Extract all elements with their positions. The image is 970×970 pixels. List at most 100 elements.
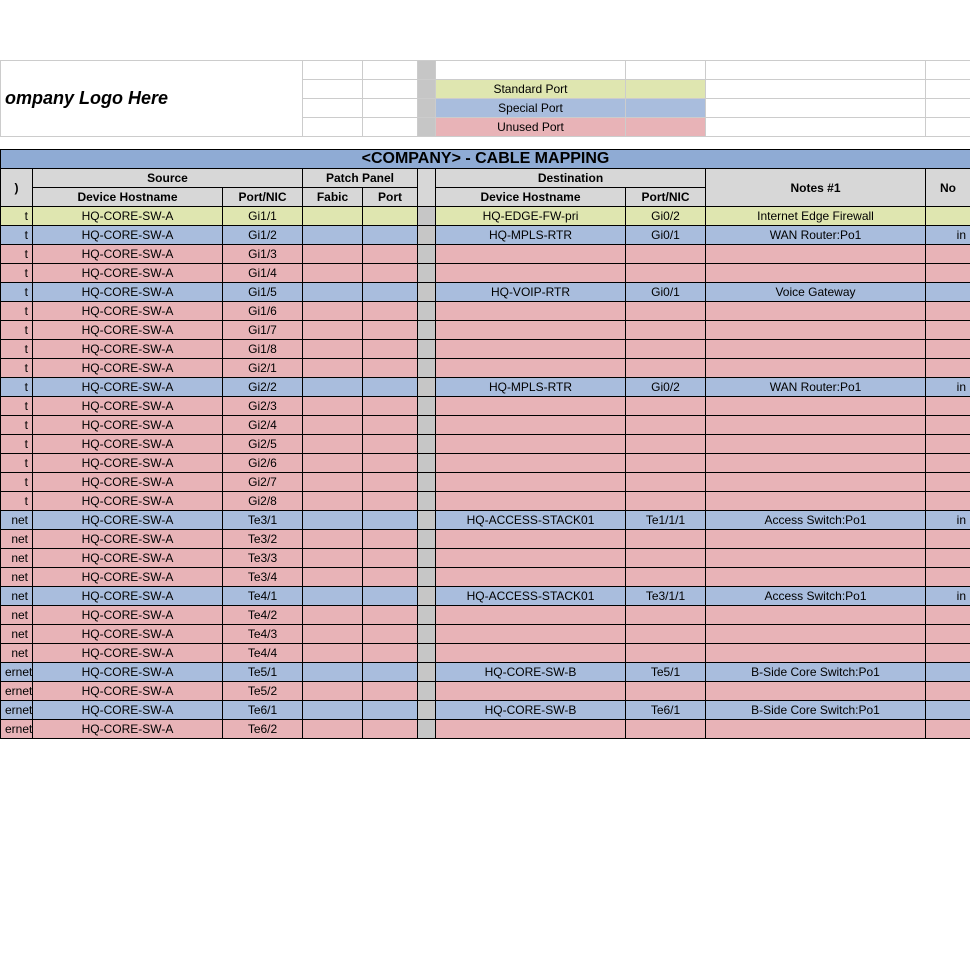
cell[interactable] xyxy=(363,644,418,663)
table-row[interactable]: ernetHQ-CORE-SW-ATe5/1HQ-CORE-SW-BTe5/1B… xyxy=(1,663,970,682)
spreadsheet-table[interactable]: ompany Logo Here Standard Port Special P… xyxy=(0,60,970,739)
cell[interactable] xyxy=(626,644,706,663)
cell[interactable] xyxy=(706,549,926,568)
cell[interactable] xyxy=(363,416,418,435)
table-row[interactable]: tHQ-CORE-SW-AGi2/3 xyxy=(1,397,970,416)
cell[interactable] xyxy=(363,530,418,549)
table-row[interactable]: tHQ-CORE-SW-AGi2/2HQ-MPLS-RTRGi0/2WAN Ro… xyxy=(1,378,970,397)
cell[interactable]: HQ-CORE-SW-A xyxy=(33,549,223,568)
cell[interactable]: HQ-CORE-SW-A xyxy=(33,416,223,435)
cell[interactable]: Te4/1 xyxy=(223,587,303,606)
cell[interactable] xyxy=(363,549,418,568)
cell[interactable] xyxy=(626,321,706,340)
cell[interactable]: t xyxy=(1,473,33,492)
table-row[interactable]: tHQ-CORE-SW-AGi1/2HQ-MPLS-RTRGi0/1WAN Ro… xyxy=(1,226,970,245)
cell[interactable] xyxy=(303,378,363,397)
cell[interactable]: HQ-CORE-SW-A xyxy=(33,720,223,739)
cell[interactable]: Gi2/3 xyxy=(223,397,303,416)
cell[interactable] xyxy=(436,321,626,340)
cell[interactable]: Gi0/1 xyxy=(626,283,706,302)
cell[interactable]: HQ-CORE-SW-A xyxy=(33,682,223,701)
cell[interactable]: HQ-CORE-SW-A xyxy=(33,492,223,511)
cell[interactable]: HQ-CORE-SW-A xyxy=(33,207,223,226)
cell[interactable]: net xyxy=(1,587,33,606)
cell[interactable] xyxy=(303,245,363,264)
cell[interactable]: HQ-EDGE-FW-pri xyxy=(436,207,626,226)
cell[interactable]: t xyxy=(1,454,33,473)
cell[interactable]: HQ-CORE-SW-A xyxy=(33,568,223,587)
cell[interactable]: t xyxy=(1,435,33,454)
cell[interactable]: ernet xyxy=(1,720,33,739)
cell[interactable] xyxy=(706,682,926,701)
cell[interactable] xyxy=(436,492,626,511)
cell[interactable] xyxy=(436,644,626,663)
cell[interactable]: t xyxy=(1,226,33,245)
cell[interactable]: HQ-CORE-SW-A xyxy=(33,397,223,416)
cell[interactable]: Te5/2 xyxy=(223,682,303,701)
cell[interactable] xyxy=(363,473,418,492)
cell[interactable]: HQ-CORE-SW-A xyxy=(33,530,223,549)
cell[interactable] xyxy=(303,340,363,359)
cell[interactable]: Access Switch:Po1 xyxy=(706,511,926,530)
cell[interactable]: Gi2/5 xyxy=(223,435,303,454)
cell[interactable] xyxy=(303,511,363,530)
cell[interactable]: Te4/4 xyxy=(223,644,303,663)
cell[interactable]: HQ-CORE-SW-A xyxy=(33,473,223,492)
cell[interactable]: Te3/1/1 xyxy=(626,587,706,606)
cell[interactable] xyxy=(363,568,418,587)
cell[interactable] xyxy=(436,720,626,739)
cell[interactable]: Gi0/2 xyxy=(626,378,706,397)
cell[interactable]: Internet Edge Firewall xyxy=(706,207,926,226)
cell[interactable]: Te1/1/1 xyxy=(626,511,706,530)
cell[interactable] xyxy=(303,644,363,663)
cell[interactable]: Gi1/5 xyxy=(223,283,303,302)
cell[interactable]: HQ-ACCESS-STACK01 xyxy=(436,587,626,606)
table-row[interactable]: tHQ-CORE-SW-AGi2/6 xyxy=(1,454,970,473)
cell[interactable] xyxy=(303,549,363,568)
cell[interactable]: WAN Router:Po1 xyxy=(706,378,926,397)
cell[interactable] xyxy=(363,606,418,625)
cell[interactable] xyxy=(926,207,970,226)
table-row[interactable]: tHQ-CORE-SW-AGi1/6 xyxy=(1,302,970,321)
cell[interactable]: Gi1/4 xyxy=(223,264,303,283)
cell[interactable] xyxy=(926,321,970,340)
cell[interactable] xyxy=(303,283,363,302)
cell[interactable] xyxy=(926,397,970,416)
cell[interactable]: in xyxy=(926,226,970,245)
cell[interactable] xyxy=(706,245,926,264)
cell[interactable]: in xyxy=(926,587,970,606)
cell[interactable] xyxy=(626,473,706,492)
table-row[interactable]: tHQ-CORE-SW-AGi1/5HQ-VOIP-RTRGi0/1Voice … xyxy=(1,283,970,302)
cell[interactable]: net xyxy=(1,568,33,587)
cell[interactable] xyxy=(926,549,970,568)
cell[interactable] xyxy=(303,587,363,606)
cell[interactable]: Te3/4 xyxy=(223,568,303,587)
cell[interactable]: HQ-CORE-SW-A xyxy=(33,701,223,720)
cell[interactable]: B-Side Core Switch:Po1 xyxy=(706,701,926,720)
cell[interactable] xyxy=(436,549,626,568)
cell[interactable]: WAN Router:Po1 xyxy=(706,226,926,245)
cell[interactable]: HQ-CORE-SW-A xyxy=(33,435,223,454)
cell[interactable] xyxy=(303,321,363,340)
cell[interactable]: HQ-CORE-SW-A xyxy=(33,644,223,663)
cell[interactable] xyxy=(436,302,626,321)
cell[interactable]: HQ-CORE-SW-A xyxy=(33,321,223,340)
table-row[interactable]: netHQ-CORE-SW-ATe4/3 xyxy=(1,625,970,644)
cell[interactable] xyxy=(303,416,363,435)
cell[interactable]: HQ-CORE-SW-A xyxy=(33,226,223,245)
cell[interactable]: net xyxy=(1,511,33,530)
cell[interactable] xyxy=(926,283,970,302)
cell[interactable] xyxy=(436,530,626,549)
cell[interactable] xyxy=(706,530,926,549)
cell[interactable]: Gi2/2 xyxy=(223,378,303,397)
cell[interactable] xyxy=(303,720,363,739)
cell[interactable] xyxy=(363,226,418,245)
cell[interactable]: Gi1/1 xyxy=(223,207,303,226)
cell[interactable]: HQ-MPLS-RTR xyxy=(436,378,626,397)
cell[interactable] xyxy=(436,682,626,701)
cell[interactable]: Access Switch:Po1 xyxy=(706,587,926,606)
cell[interactable]: t xyxy=(1,340,33,359)
cell[interactable] xyxy=(363,397,418,416)
cell[interactable] xyxy=(303,473,363,492)
cell[interactable] xyxy=(303,226,363,245)
